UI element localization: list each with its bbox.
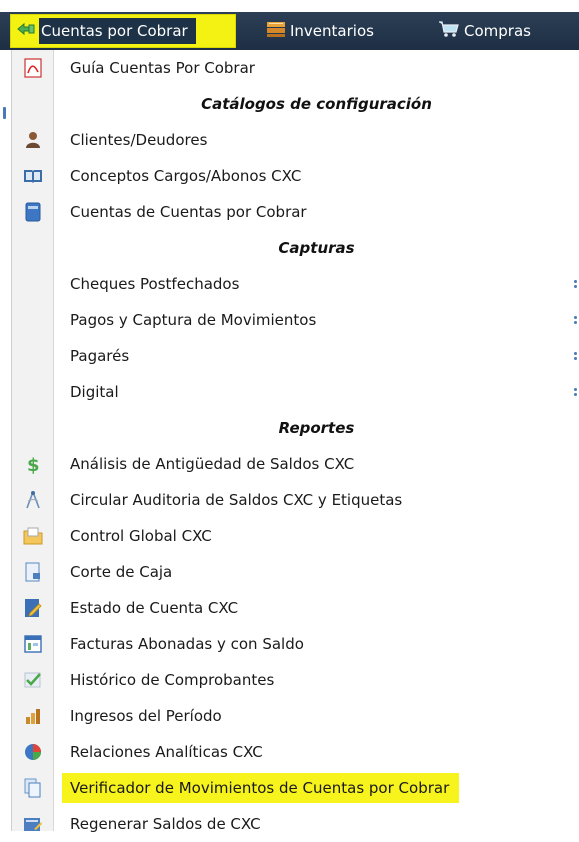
menu-compras[interactable]: Compras — [438, 14, 531, 48]
bar-chart-icon — [12, 707, 53, 725]
svg-text:$: $ — [27, 455, 40, 474]
menu-item-label: Cheques Postfechados — [70, 275, 240, 293]
submenu-arrow-icon — [574, 350, 577, 362]
checkmark-icon — [12, 671, 53, 689]
ledger-icon — [12, 202, 53, 222]
menu-cuentas-por-cobrar[interactable]: Cuentas por Cobrar — [10, 14, 236, 48]
menu-item-corte-de-caja[interactable]: Corte de Caja — [12, 554, 579, 590]
menu-item-historico-comprobantes[interactable]: Histórico de Comprobantes — [12, 662, 579, 698]
menu-item-label: Pagos y Captura de Movimientos — [70, 311, 317, 329]
menu-item-conceptos[interactable]: Conceptos Cargos/Abonos CXC — [12, 158, 579, 194]
menu-compras-label: Compras — [464, 22, 531, 40]
menu-item-ingresos-periodo[interactable]: Ingresos del Período — [12, 698, 579, 734]
menu-item-label: Estado de Cuenta CXC — [70, 599, 239, 617]
menu-item-cheques[interactable]: Cheques Postfechados — [12, 266, 579, 302]
menu-item-label: Regenerar Saldos de CXC — [70, 815, 261, 833]
dollar-icon: $ — [12, 454, 53, 474]
side-marker — [3, 107, 6, 119]
menu-inventarios[interactable]: Inventarios — [266, 14, 374, 48]
menu-item-label: Ingresos del Período — [70, 707, 222, 725]
menu-item-analisis-antiguedad[interactable]: $ Análisis de Antigüedad de Saldos CXC — [12, 446, 579, 482]
menu-item-regenerar-saldos[interactable]: Regenerar Saldos de CXC — [12, 806, 579, 842]
menu-item-digital[interactable]: Digital — [12, 374, 579, 410]
section-header-reportes: Reportes — [278, 419, 355, 437]
menu-item-label: Verificador de Movimientos de Cuentas po… — [62, 773, 460, 803]
menu-item-label: Relaciones Analíticas CXC — [70, 743, 263, 761]
edit-document-icon — [12, 598, 53, 618]
inventory-icon — [266, 20, 286, 42]
pie-chart-icon — [12, 743, 53, 761]
menu-cuentas-label: Cuentas por Cobrar — [39, 18, 196, 44]
table-icon — [12, 635, 53, 653]
menu-item-label: Conceptos Cargos/Abonos CXC — [70, 167, 302, 185]
menu-bar: Cuentas por Cobrar Inventarios Compras — [0, 0, 579, 50]
section-header-catalogos: Catálogos de configuración — [201, 95, 432, 113]
menu-item-verificador-movimientos[interactable]: Verificador de Movimientos de Cuentas po… — [12, 770, 579, 806]
submenu-arrow-icon — [574, 278, 577, 290]
cuentas-arrow-icon — [17, 22, 35, 40]
menu-item-label: Guía Cuentas Por Cobrar — [70, 59, 255, 77]
menu-item-clientes[interactable]: Clientes/Deudores — [12, 122, 579, 158]
folder-icon — [12, 527, 53, 545]
pdf-icon — [12, 58, 53, 78]
menu-item-label: Cuentas de Cuentas por Cobrar — [70, 203, 307, 221]
document-lock-icon — [12, 562, 53, 582]
menu-item-label: Histórico de Comprobantes — [70, 671, 275, 689]
menu-item-label: Facturas Abonadas y con Saldo — [70, 635, 304, 653]
submenu-arrow-icon — [574, 386, 577, 398]
cart-icon — [438, 20, 460, 42]
menu-item-label: Corte de Caja — [70, 563, 173, 581]
book-icon — [12, 168, 53, 184]
menu-item-label: Control Global CXC — [70, 527, 212, 545]
menu-inventarios-label: Inventarios — [290, 22, 374, 40]
cuentas-dropdown-menu: Guía Cuentas Por Cobrar Catálogos de con… — [0, 50, 579, 833]
refresh-document-icon — [12, 815, 53, 833]
menu-item-facturas-abonadas[interactable]: Facturas Abonadas y con Saldo — [12, 626, 579, 662]
menu-item-label: Pagarés — [70, 347, 130, 365]
person-icon — [12, 131, 53, 149]
top-border — [0, 0, 579, 12]
menu-item-label: Clientes/Deudores — [70, 131, 208, 149]
menu-item-relaciones-analiticas[interactable]: Relaciones Analíticas CXC — [12, 734, 579, 770]
submenu-arrow-icon — [574, 314, 577, 326]
menu-item-label: Circular Auditoria de Saldos CXC y Etiqu… — [70, 491, 403, 509]
menu-item-estado-de-cuenta[interactable]: Estado de Cuenta CXC — [12, 590, 579, 626]
menu-item-pagos[interactable]: Pagos y Captura de Movimientos — [12, 302, 579, 338]
compass-icon — [12, 490, 53, 510]
menu-item-label: Digital — [70, 383, 119, 401]
menu-item-pagares[interactable]: Pagarés — [12, 338, 579, 374]
menu-item-circular-auditoria[interactable]: Circular Auditoria de Saldos CXC y Etiqu… — [12, 482, 579, 518]
section-header-capturas: Capturas — [278, 239, 355, 257]
menu-item-label: Análisis de Antigüedad de Saldos CXC — [70, 455, 355, 473]
menu-item-cuentas-de-cuentas[interactable]: Cuentas de Cuentas por Cobrar — [12, 194, 579, 230]
menu-item-guia[interactable]: Guía Cuentas Por Cobrar — [12, 50, 579, 86]
copy-documents-icon — [12, 778, 53, 798]
menu-item-control-global[interactable]: Control Global CXC — [12, 518, 579, 554]
